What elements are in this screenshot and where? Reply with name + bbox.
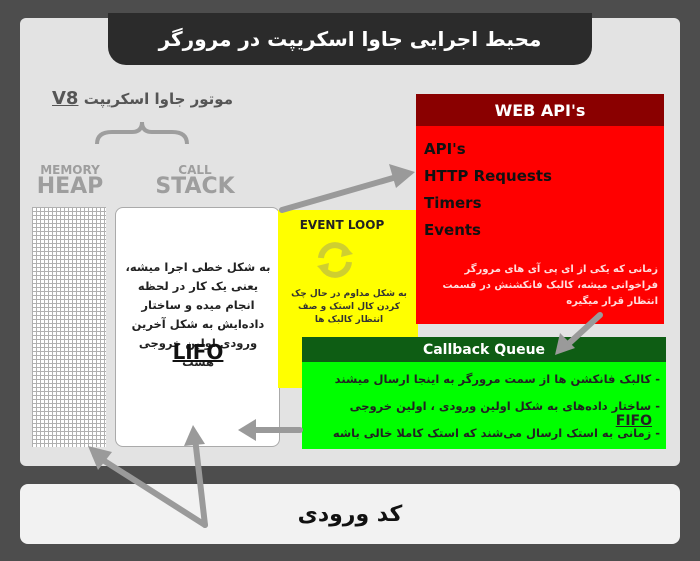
input-code-label: کد ورودی	[20, 484, 680, 544]
title-text: محیط اجرایی جاوا اسکریپت در مرورگر	[158, 27, 542, 51]
page-title: محیط اجرایی جاوا اسکریپت در مرورگر	[108, 13, 592, 65]
web-api-header: WEB API's	[416, 94, 664, 126]
callback-queue-header: Callback Queue	[302, 337, 666, 362]
web-api-title: WEB API's	[494, 100, 586, 120]
event-loop-title: EVENT LOOP	[299, 218, 385, 232]
web-api-description: زمانی که یکی از ای پی آی های مرورگر فراخ…	[442, 264, 658, 307]
callback-queue-item-2-text: - ساختار داده‌های به شکل اولین ورودی ، ا…	[349, 399, 660, 413]
engine-brace-icon	[95, 121, 189, 145]
memory-heap-big-label: HEAP	[36, 174, 104, 199]
engine-label-text: موتور جاوا اسکریپت	[83, 90, 233, 108]
web-api-item: Events	[424, 221, 481, 239]
callback-queue-item-2: - ساختار داده‌های به شکل اولین ورودی ، ا…	[310, 399, 660, 429]
web-api-item: HTTP Requests	[424, 167, 552, 185]
memory-heap-grid	[32, 207, 106, 447]
input-code-text: کد ورودی	[297, 501, 403, 527]
event-loop-description: به شکل مداوم در حال چک کردن کال استک و ص…	[291, 289, 407, 325]
web-api-item: API's	[424, 140, 466, 158]
lifo-label: LIFO	[172, 340, 224, 364]
call-stack-big-label: STACK	[155, 174, 235, 199]
callback-queue-title: Callback Queue	[422, 341, 546, 358]
web-api-item: Timers	[424, 194, 482, 212]
callback-queue-item-3: - زمانی به استک ارسال می‌شند که استک کام…	[332, 426, 660, 440]
callback-queue-item-1: - کالبک فانکشن ها از سمت مرورگر به اینجا…	[334, 372, 660, 386]
refresh-cycle-icon	[317, 242, 353, 278]
engine-name: V8	[52, 88, 79, 109]
engine-label: موتور جاوا اسکریپت V8	[52, 88, 252, 114]
